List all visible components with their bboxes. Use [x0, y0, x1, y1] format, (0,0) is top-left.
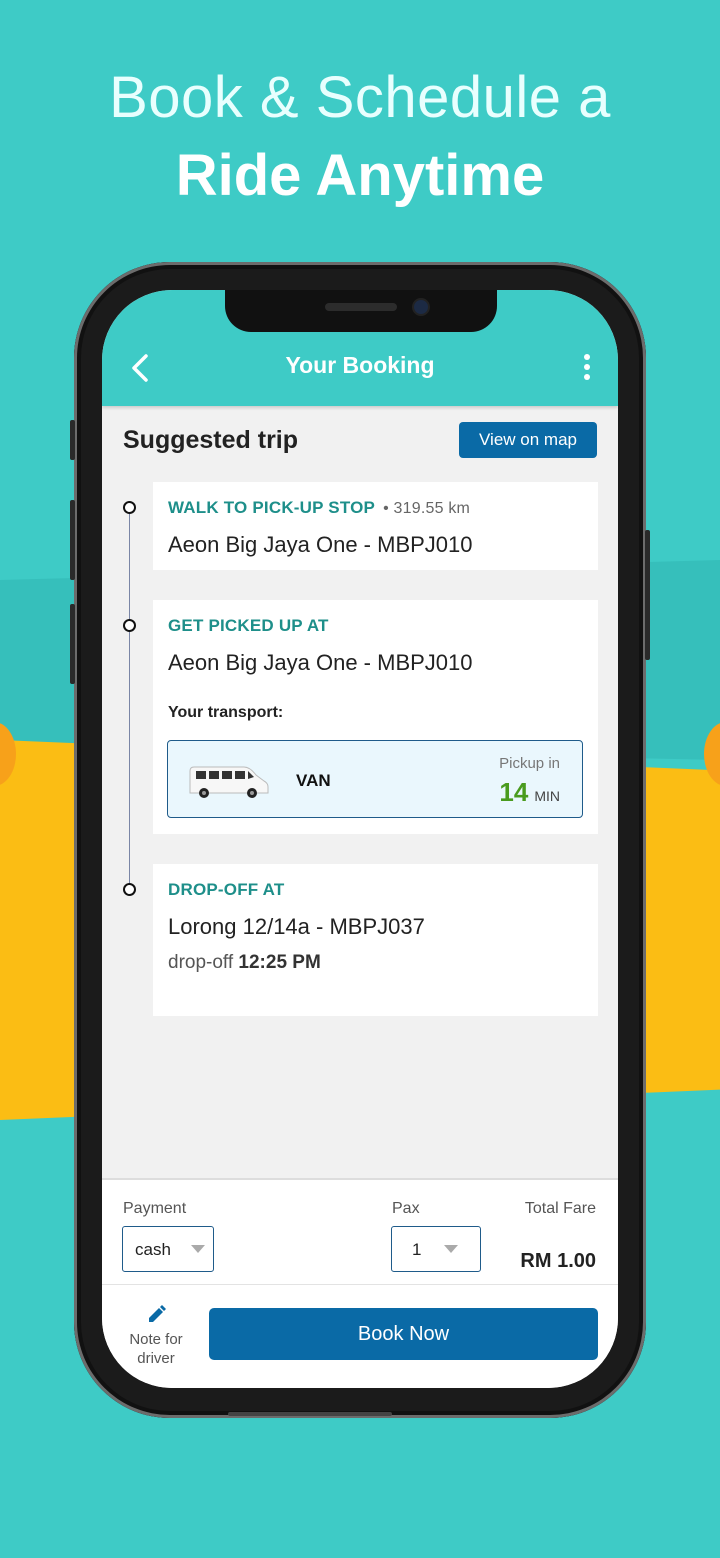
step-card-pickup: GET PICKED UP AT Aeon Big Jaya One - MBP…: [153, 600, 598, 834]
step-label-pickup: GET PICKED UP AT: [168, 616, 329, 635]
pax-label: Pax: [392, 1200, 420, 1217]
phone-volume-up: [70, 500, 75, 580]
home-indicator: [228, 1412, 392, 1416]
transport-option-card[interactable]: VAN Pickup in 14 MIN: [167, 740, 583, 818]
camera-icon: [414, 300, 428, 314]
pickup-in-label: Pickup in: [499, 755, 560, 772]
phone-power-button: [645, 530, 650, 660]
dropoff-time: 12:25 PM: [238, 952, 321, 973]
chevron-down-icon: [191, 1245, 205, 1253]
dropoff-time-row: drop-off 12:25 PM: [168, 952, 321, 974]
your-transport-heading: Your transport:: [168, 704, 284, 721]
pax-select[interactable]: 1: [391, 1226, 481, 1272]
step-label-dropoff: DROP-OFF AT: [168, 880, 285, 899]
speaker-grille: [325, 303, 397, 311]
step-card-walk: WALK TO PICK-UP STOP • 319.55 km Aeon Big…: [153, 482, 598, 570]
headline-line-1: Book & Schedule a: [109, 65, 611, 130]
total-fare-label: Total Fare: [524, 1200, 596, 1217]
payment-label: Payment: [123, 1200, 187, 1217]
step-card-dropoff: DROP-OFF AT Lorong 12/14a - MBPJ037 drop…: [153, 864, 598, 1016]
footer-divider: [102, 1284, 618, 1285]
step-label-walk: WALK TO PICK-UP STOP • 319.55 km: [168, 498, 470, 518]
dropoff-prefix: drop-off: [168, 952, 234, 973]
total-fare-value: RM 1.00: [520, 1250, 596, 1272]
phone-notch: [225, 290, 497, 332]
chevron-down-icon: [444, 1245, 458, 1253]
note-for-driver-button[interactable]: Note for driver: [116, 1304, 196, 1368]
book-now-button[interactable]: Book Now: [209, 1308, 598, 1360]
step-label-walk-text: WALK TO PICK-UP STOP: [168, 498, 376, 517]
walk-distance: • 319.55 km: [383, 500, 471, 517]
app-screen: Your Booking Suggested trip View on map …: [102, 290, 618, 1388]
timeline-line: [129, 508, 130, 890]
phone-mute-switch: [70, 420, 75, 460]
dropoff-stop-name: Lorong 12/14a - MBPJ037: [168, 914, 425, 939]
pickup-eta: 14 MIN: [499, 777, 560, 808]
timeline-node-pickup: [123, 619, 136, 632]
suggested-trip-heading: Suggested trip: [123, 426, 299, 454]
headline-line-2: Ride Anytime: [175, 143, 545, 208]
view-on-map-button[interactable]: View on map: [459, 422, 597, 458]
vehicle-type: VAN: [296, 771, 331, 790]
note-for-driver-label: Note for driver: [129, 1331, 183, 1367]
pickup-unit: MIN: [534, 788, 560, 804]
pax-value: 1: [412, 1240, 422, 1259]
walk-stop-name: Aeon Big Jaya One - MBPJ010: [168, 532, 473, 557]
timeline-node-walk: [123, 501, 136, 514]
pencil-icon: [149, 1305, 166, 1322]
booking-footer: Payment cash Pax 1 Total Fare RM 1.00 No…: [102, 1178, 618, 1388]
van-icon: [189, 766, 269, 798]
pickup-minutes: 14: [499, 777, 529, 807]
payment-select[interactable]: cash: [122, 1226, 214, 1272]
phone-volume-down: [70, 604, 75, 684]
timeline-node-dropoff: [123, 883, 136, 896]
more-options-icon[interactable]: [576, 352, 598, 382]
payment-value: cash: [135, 1240, 171, 1259]
page-title: Your Booking: [285, 352, 435, 378]
pickup-stop-name: Aeon Big Jaya One - MBPJ010: [168, 650, 473, 675]
